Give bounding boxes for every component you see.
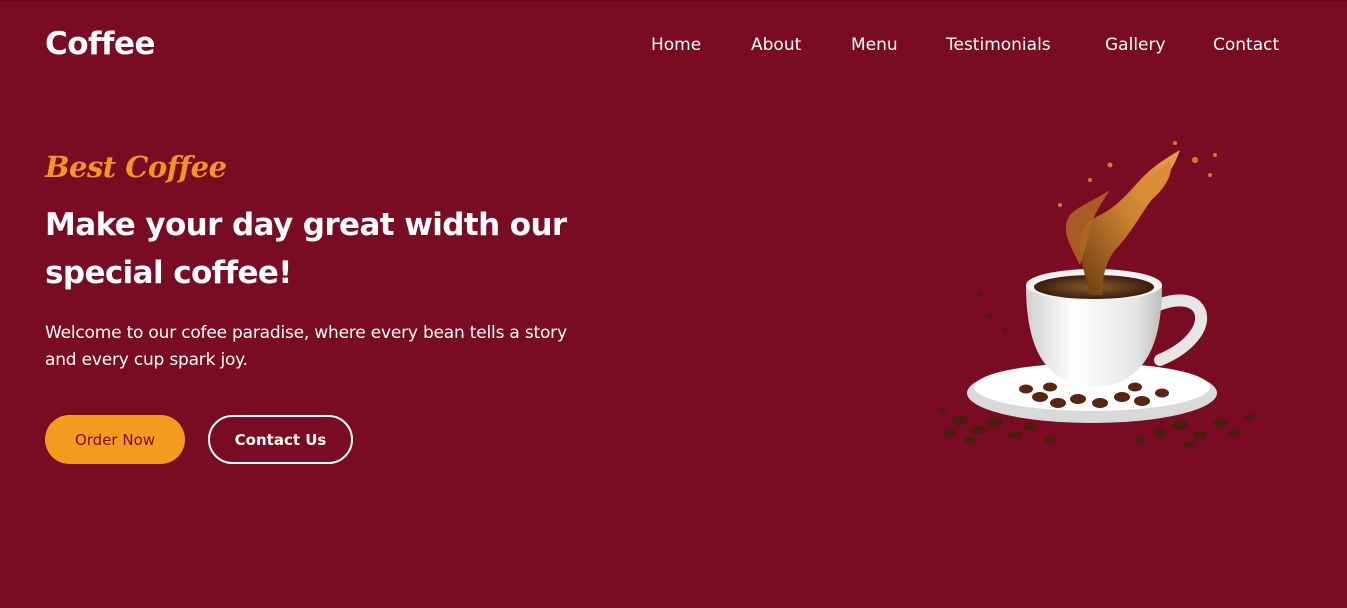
nav-gallery[interactable]: Gallery	[1105, 35, 1166, 55]
contact-us-button[interactable]: Contact Us	[208, 415, 353, 464]
nav-about[interactable]: About	[751, 35, 801, 55]
coffee-cup-image	[938, 141, 1255, 449]
site-header: Coffee Home About Menu Testimonials Gall…	[0, 0, 1347, 92]
hero-headline: Make your day great width our special co…	[45, 207, 567, 291]
nav-contact[interactable]: Contact	[1213, 35, 1279, 55]
main-nav: Home About Menu Testimonials Gallery Con…	[0, 35, 1347, 59]
hero-eyebrow: Best Coffee	[45, 150, 227, 184]
order-now-button[interactable]: Order Now	[45, 415, 185, 464]
nav-menu[interactable]: Menu	[851, 35, 898, 55]
hero-description: Welcome to our cofee paradise, where eve…	[45, 323, 567, 370]
nav-testimonials[interactable]: Testimonials	[946, 35, 1051, 55]
nav-home[interactable]: Home	[651, 35, 701, 55]
